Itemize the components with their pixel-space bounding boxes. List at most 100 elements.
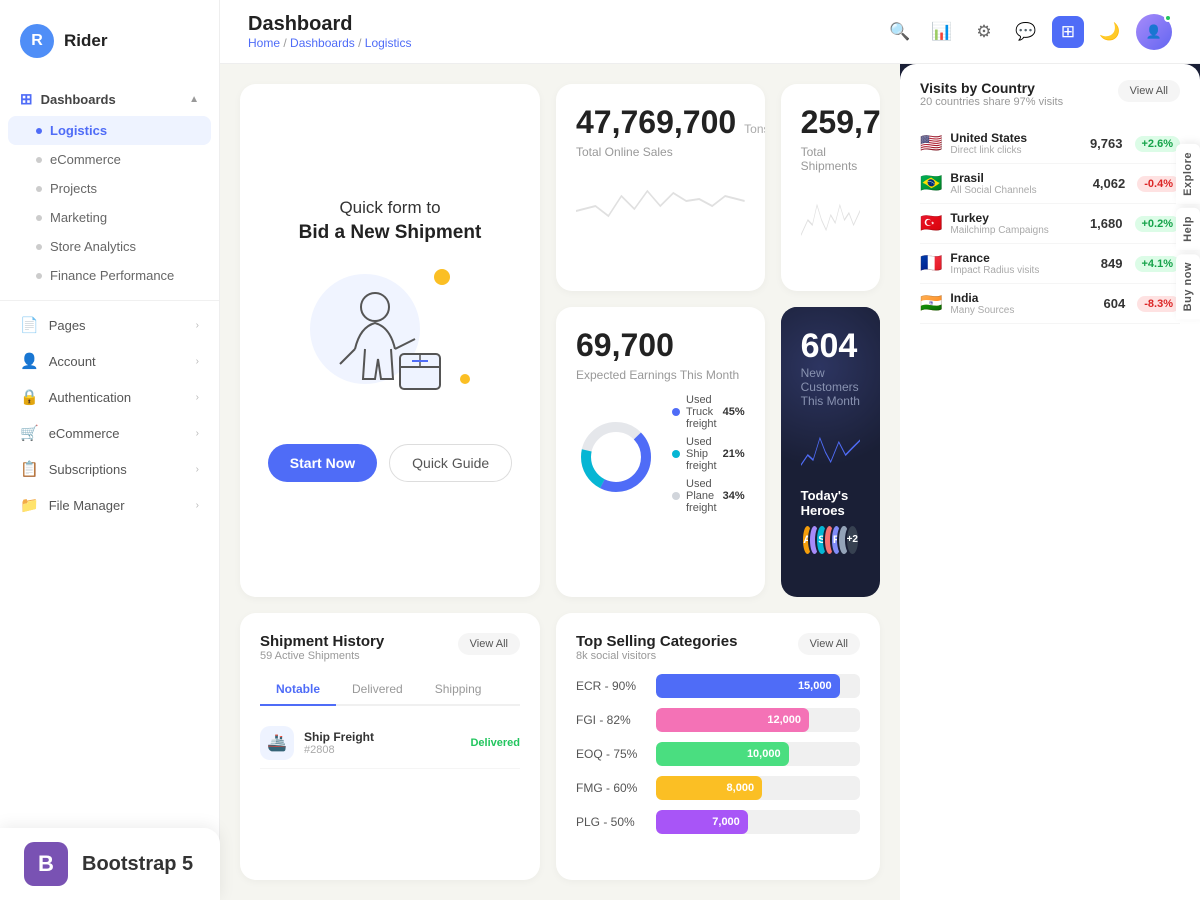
- dashboards-chevron: ▲: [189, 94, 199, 105]
- search-icon[interactable]: 🔍: [884, 16, 916, 48]
- right-panel: Visits by Country 20 countries share 97%…: [900, 64, 1200, 900]
- bar-eoq: EOQ - 75% 10,000: [576, 742, 860, 766]
- page-title: Dashboard: [248, 13, 411, 36]
- change-in: -8.3%: [1137, 296, 1180, 312]
- sidebar-logo[interactable]: R Rider: [0, 16, 219, 78]
- sidebar-item-finance[interactable]: Finance Performance: [0, 261, 219, 290]
- sidebar-item-subscriptions[interactable]: 📋 Subscriptions ›: [0, 451, 219, 487]
- settings-icon[interactable]: ⚙: [968, 16, 1000, 48]
- bar-fgi-fill: 12,000: [656, 708, 809, 732]
- dashboards-section: ⊞ Dashboards ▲ Logistics eCommerce Proje…: [0, 78, 219, 294]
- truck-dot: [672, 408, 680, 416]
- sidebar-item-authentication[interactable]: 🔒 Authentication ›: [0, 379, 219, 415]
- shipment-header: Shipment History 59 Active Shipments Vie…: [260, 633, 520, 662]
- total-shipments-card: 259,786 Total Shipments: [781, 84, 880, 291]
- shipments-number: 259,786: [801, 104, 860, 141]
- ship-icon: 🚢: [260, 726, 294, 760]
- explore-tab[interactable]: Explore: [1176, 144, 1200, 204]
- bar-plg-fill: 7,000: [656, 810, 748, 834]
- chart-icon[interactable]: 📊: [926, 16, 958, 48]
- flag-us: 🇺🇸: [920, 133, 942, 154]
- avatar-more: +2: [845, 524, 860, 556]
- total-sales-card: 47,769,700 Tons Total Online Sales: [556, 84, 765, 291]
- selling-title: Top Selling Categories: [576, 633, 737, 650]
- tab-delivered[interactable]: Delivered: [336, 674, 419, 706]
- auth-icon: 🔒: [20, 388, 39, 406]
- category-bars: ECR - 90% 15,000 FGI - 82% 12,000: [576, 674, 860, 834]
- sidebar-item-ecommerce-top[interactable]: 🛒 eCommerce ›: [0, 415, 219, 451]
- earnings-label: Expected Earnings This Month: [576, 368, 745, 382]
- shipment-row: 🚢 Ship Freight #2808 Delivered: [260, 718, 520, 769]
- sidebar-item-marketing[interactable]: Marketing: [0, 203, 219, 232]
- country-tr-info: Turkey Mailchimp Campaigns: [950, 211, 1074, 236]
- header-left: Dashboard Home / Dashboards / Logistics: [248, 13, 411, 50]
- shipment-subtitle: 59 Active Shipments: [260, 650, 384, 662]
- sidebar-item-store-analytics[interactable]: Store Analytics: [0, 232, 219, 261]
- flag-fr: 🇫🇷: [920, 253, 942, 274]
- logo-icon: R: [20, 24, 54, 58]
- dashboards-group[interactable]: ⊞ Dashboards ▲: [0, 82, 219, 116]
- sidebar-item-account[interactable]: 👤 Account ›: [0, 343, 219, 379]
- customers-label: New Customers This Month: [801, 366, 860, 408]
- visits-header: Visits by Country 20 countries share 97%…: [920, 80, 1180, 120]
- dot: [36, 157, 42, 163]
- sidebar-item-filemanager[interactable]: 📁 File Manager ›: [0, 487, 219, 523]
- bar-fmg-fill: 8,000: [656, 776, 762, 800]
- visits-subtitle: 20 countries share 97% visits: [920, 96, 1063, 108]
- bid-illustration: [300, 264, 480, 414]
- bootstrap-label: Bootstrap 5: [82, 853, 193, 876]
- bootstrap-watermark: B Bootstrap 5: [0, 828, 220, 900]
- account-chevron: ›: [196, 356, 199, 367]
- legend-truck: Used Truck freight 45%: [672, 394, 745, 430]
- shipment-view-all[interactable]: View All: [458, 633, 520, 655]
- change-br: -0.4%: [1137, 176, 1180, 192]
- ship-status: Delivered: [470, 737, 520, 749]
- selling-header: Top Selling Categories 8k social visitor…: [576, 633, 860, 662]
- donut-chart: [576, 417, 656, 497]
- pages-icon: 📄: [20, 316, 39, 334]
- tab-notable[interactable]: Notable: [260, 674, 336, 706]
- bid-card: Quick form to Bid a New Shipment: [240, 84, 540, 597]
- visits-view-all[interactable]: View All: [1118, 80, 1180, 102]
- country-fr-info: France Impact Radius visits: [950, 251, 1074, 276]
- pages-chevron: ›: [196, 320, 199, 331]
- theme-toggle[interactable]: 🌙: [1094, 16, 1126, 48]
- bid-subtitle: Quick form to: [339, 198, 440, 218]
- illus-dot-2: [460, 374, 470, 384]
- quick-guide-button[interactable]: Quick Guide: [389, 444, 512, 482]
- shipment-title: Shipment History: [260, 633, 384, 650]
- start-now-button[interactable]: Start Now: [268, 444, 377, 482]
- legend-plane: Used Plane freight 34%: [672, 478, 745, 514]
- change-us: +2.6%: [1135, 136, 1181, 152]
- sidebar-item-ecommerce[interactable]: eCommerce: [0, 145, 219, 174]
- customers-number: 604: [801, 327, 860, 366]
- selling-subtitle: 8k social visitors: [576, 650, 737, 662]
- help-tab[interactable]: Help: [1176, 208, 1200, 250]
- buy-now-tab[interactable]: Buy now: [1176, 254, 1200, 319]
- content-area: Quick form to Bid a New Shipment: [220, 64, 1200, 900]
- country-in: 🇮🇳 India Many Sources 604 -8.3%: [920, 284, 1180, 324]
- country-us-info: United States Direct link clicks: [950, 131, 1074, 156]
- account-icon: 👤: [20, 352, 39, 370]
- filemanager-icon: 📁: [20, 496, 39, 514]
- visits-title: Visits by Country: [920, 80, 1063, 96]
- ship-dot: [672, 450, 680, 458]
- grid-view-icon[interactable]: ⊞: [1052, 16, 1084, 48]
- user-avatar-wrap[interactable]: 👤: [1136, 14, 1172, 50]
- tab-shipping[interactable]: Shipping: [419, 674, 498, 706]
- sidebar-item-projects[interactable]: Projects: [0, 174, 219, 203]
- legend-ship: Used Ship freight 21%: [672, 436, 745, 472]
- flag-br: 🇧🇷: [920, 173, 942, 194]
- bid-buttons: Start Now Quick Guide: [268, 444, 512, 482]
- dot: [36, 215, 42, 221]
- ecommerce-icon: 🛒: [20, 424, 39, 442]
- country-br: 🇧🇷 Brasil All Social Channels 4,062 -0.4…: [920, 164, 1180, 204]
- plane-dot: [672, 492, 680, 500]
- side-tabs: Explore Help Buy now: [1176, 144, 1200, 319]
- selling-view-all[interactable]: View All: [798, 633, 860, 655]
- sidebar-item-pages[interactable]: 📄 Pages ›: [0, 307, 219, 343]
- sidebar-item-logistics[interactable]: Logistics: [8, 116, 211, 145]
- chat-icon[interactable]: 💬: [1010, 16, 1042, 48]
- ship-id: #2808: [304, 744, 460, 756]
- flag-tr: 🇹🇷: [920, 213, 942, 234]
